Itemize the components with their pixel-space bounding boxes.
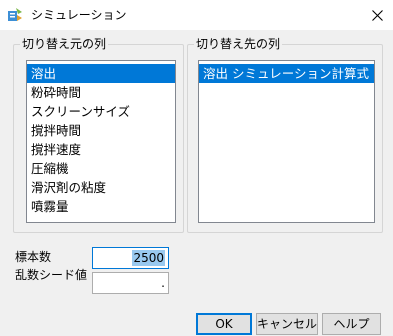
random-seed-input[interactable]: . — [92, 272, 169, 294]
simulation-app-icon — [7, 7, 23, 23]
target-columns-list[interactable]: 溶出 シミュレーション計算式 — [198, 60, 375, 223]
target-column-item[interactable]: 溶出 シミュレーション計算式 — [199, 64, 374, 83]
source-column-item[interactable]: 撹拌速度 — [27, 140, 175, 159]
source-columns-list[interactable]: 溶出 粉砕時間 スクリーンサイズ 撹拌時間 撹拌速度 圧縮機 滑沢剤の粘度 噴霧… — [26, 60, 176, 223]
source-column-item[interactable]: 滑沢剤の粘度 — [27, 178, 175, 197]
sample-size-value: 2500 — [132, 250, 165, 266]
sample-size-input[interactable]: 2500 — [92, 247, 169, 269]
title-bar: シミュレーション — [0, 0, 393, 30]
close-icon — [372, 9, 383, 21]
source-columns-group: 切り替え元の列 溶出 粉砕時間 スクリーンサイズ 撹拌時間 撹拌速度 圧縮機 滑… — [13, 37, 184, 233]
cancel-button[interactable]: キャンセル — [256, 313, 318, 335]
source-column-item[interactable]: 圧縮機 — [27, 159, 175, 178]
source-column-item[interactable]: 溶出 — [27, 64, 175, 83]
ok-button[interactable]: OK — [196, 313, 252, 335]
target-columns-group: 切り替え先の列 溶出 シミュレーション計算式 — [187, 37, 383, 233]
close-button[interactable] — [362, 0, 393, 30]
sample-size-label: 標本数 — [15, 250, 52, 264]
source-columns-label: 切り替え元の列 — [20, 37, 109, 52]
help-button[interactable]: ヘルプ — [322, 313, 381, 335]
target-columns-label: 切り替え先の列 — [194, 37, 283, 52]
source-column-item[interactable]: 粉砕時間 — [27, 83, 175, 102]
source-column-item[interactable]: 噴霧量 — [27, 197, 175, 216]
random-seed-label: 乱数シード値 — [15, 268, 88, 282]
source-column-item[interactable]: スクリーンサイズ — [27, 102, 175, 121]
window-title: シミュレーション — [31, 8, 127, 22]
source-column-item[interactable]: 撹拌時間 — [27, 121, 175, 140]
